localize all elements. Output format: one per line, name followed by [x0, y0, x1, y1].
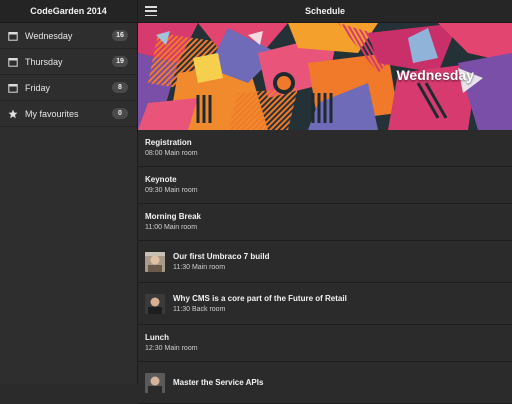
count-badge: 8: [112, 82, 128, 93]
count-badge: 16: [112, 30, 128, 41]
calendar-icon: [8, 83, 18, 93]
sidebar-item-label: Wednesday: [25, 30, 73, 41]
session-item[interactable]: Why CMS is a core part of the Future of …: [138, 283, 512, 325]
sidebar-item-friday[interactable]: Friday 8: [0, 75, 137, 101]
hamburger-menu-icon[interactable]: [145, 6, 157, 16]
sidebar-item-my-favourites[interactable]: My favourites 0: [0, 101, 137, 127]
session-meta: 09:30 Main room: [145, 187, 198, 194]
sidebar-item-thursday[interactable]: Thursday 19: [0, 49, 137, 75]
session-meta: 08:00 Main room: [145, 150, 198, 157]
sidebar-title: CodeGarden 2014: [0, 0, 137, 23]
session-title: Master the Service APIs: [173, 378, 264, 387]
page-title: Schedule: [304, 6, 345, 16]
session-item[interactable]: Morning Break 11:00 Main room: [138, 204, 512, 241]
session-title: Keynote: [145, 175, 177, 184]
sidebar-item-label: My favourites: [25, 108, 79, 119]
calendar-icon: [8, 57, 18, 67]
session-item[interactable]: Our first Umbraco 7 build 11:30 Main roo…: [138, 241, 512, 283]
session-title: Registration: [145, 138, 192, 147]
session-item[interactable]: Master the Service APIs: [138, 362, 512, 404]
session-item[interactable]: Lunch 12:30 Main room: [138, 325, 512, 362]
session-meta: 11:00 Main room: [145, 224, 198, 231]
session-meta: 12:30 Main room: [145, 345, 198, 352]
sidebar-item-wednesday[interactable]: Wednesday 16: [0, 23, 137, 49]
session-title: Our first Umbraco 7 build: [173, 251, 270, 261]
calendar-icon: [8, 31, 18, 41]
session-item[interactable]: Registration 08:00 Main room: [138, 130, 512, 167]
speaker-avatar: [145, 372, 165, 393]
speaker-avatar: [145, 293, 165, 314]
main-panel: Schedule Wednesday Registration 08:00 Ma…: [138, 0, 512, 404]
star-icon: [8, 109, 18, 119]
session-title: Lunch: [145, 333, 169, 342]
sidebar-item-label: Friday: [25, 82, 51, 93]
session-title: Why CMS is a core part of the Future of …: [173, 293, 347, 303]
count-badge: 19: [112, 56, 128, 67]
count-badge: 0: [112, 108, 128, 119]
session-meta: 11:30 Back room: [173, 305, 226, 313]
top-bar: Schedule: [138, 0, 512, 23]
session-title: Morning Break: [145, 212, 202, 221]
speaker-avatar: [145, 251, 165, 272]
day-banner: Wednesday: [138, 23, 512, 130]
session-meta: 11:30 Main room: [173, 263, 226, 271]
sidebar: CodeGarden 2014 Wednesday 16 Thursday 19…: [0, 0, 138, 384]
sidebar-item-label: Thursday: [25, 56, 63, 67]
day-title: Wednesday: [396, 67, 474, 83]
session-item[interactable]: Keynote 09:30 Main room: [138, 167, 512, 204]
